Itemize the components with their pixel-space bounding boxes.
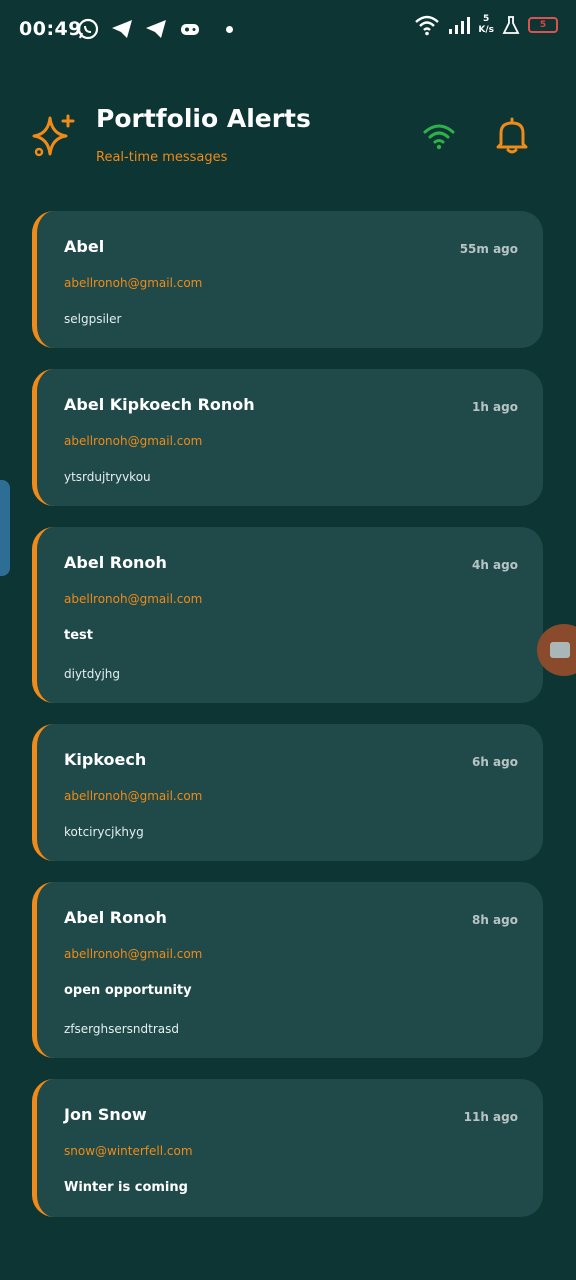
- alert-subject: test: [64, 628, 93, 643]
- alert-email: abellronoh@gmail.com: [64, 434, 203, 448]
- alert-message: diytdyjhg: [64, 667, 121, 681]
- alert-card[interactable]: Abel 55m ago abellronoh@gmail.com selgps…: [32, 211, 543, 348]
- alert-card[interactable]: Abel Ronoh 8h ago abellronoh@gmail.com o…: [32, 882, 543, 1058]
- alert-message: ytsrdujtryvkou: [64, 470, 151, 484]
- network-speed-unit: K/s: [478, 25, 494, 35]
- gamepad-icon: [181, 24, 199, 35]
- alert-sender-name: Abel: [64, 237, 105, 256]
- alerts-list: Abel 55m ago abellronoh@gmail.com selgps…: [32, 211, 543, 1238]
- system-icons: 5 K/s 5: [414, 14, 558, 36]
- alert-time: 8h ago: [471, 913, 518, 927]
- page-title: Portfolio Alerts: [96, 104, 311, 133]
- edge-panel-handle[interactable]: [0, 480, 10, 576]
- alert-email: abellronoh@gmail.com: [64, 789, 203, 803]
- alert-email: snow@winterfell.com: [64, 1144, 193, 1158]
- network-speed-value: 5: [483, 14, 490, 24]
- alert-message: selgpsiler: [64, 312, 122, 326]
- notification-icons: [76, 17, 233, 41]
- connection-wifi-icon[interactable]: [423, 122, 455, 150]
- page-subtitle: Real-time messages: [96, 150, 228, 165]
- alert-email: abellronoh@gmail.com: [64, 592, 203, 606]
- alert-subject: open opportunity: [64, 983, 192, 998]
- network-speed: 5 K/s: [478, 14, 494, 36]
- alert-time: 4h ago: [471, 558, 518, 572]
- sparkle-icon: [32, 114, 75, 157]
- alert-message: zfserghsersndtrasd: [64, 1022, 180, 1036]
- signal-icon: [449, 17, 471, 34]
- alert-card[interactable]: Jon Snow 11h ago snow@winterfell.com Win…: [32, 1079, 543, 1217]
- alert-sender-name: Abel Ronoh: [64, 553, 167, 572]
- alert-time: 6h ago: [471, 755, 518, 769]
- telegram-icon: [112, 20, 132, 38]
- alert-sender-name: Kipkoech: [64, 750, 147, 769]
- more-notifications-dot: [226, 25, 233, 33]
- alert-card[interactable]: Abel Ronoh 4h ago abellronoh@gmail.com t…: [32, 527, 543, 703]
- alert-time: 55m ago: [459, 242, 518, 256]
- alert-card[interactable]: Abel Kipkoech Ronoh 1h ago abellronoh@gm…: [32, 369, 543, 506]
- whatsapp-icon: [77, 18, 99, 40]
- flask-icon: [502, 16, 520, 34]
- wifi-status-icon: [415, 15, 440, 36]
- app-header: Portfolio Alerts Real-time messages: [0, 100, 576, 180]
- alert-sender-name: Abel Ronoh: [64, 908, 167, 927]
- alert-email: abellronoh@gmail.com: [64, 947, 203, 961]
- alert-time: 11h ago: [463, 1110, 518, 1124]
- alert-subject: Winter is coming: [64, 1180, 188, 1195]
- alert-sender-name: Jon Snow: [64, 1105, 147, 1124]
- alert-sender-name: Abel Kipkoech Ronoh: [64, 395, 255, 414]
- battery-level: 5: [539, 20, 547, 30]
- status-time: 00:49: [19, 18, 82, 40]
- bell-icon[interactable]: [495, 116, 529, 154]
- alert-email: abellronoh@gmail.com: [64, 276, 203, 290]
- alert-message: kotcirycjkhyg: [64, 825, 144, 839]
- alert-card[interactable]: Kipkoech 6h ago abellronoh@gmail.com kot…: [32, 724, 543, 861]
- video-icon: [550, 642, 570, 658]
- battery-icon: 5: [528, 17, 558, 33]
- status-bar: 00:49 5 K/s 5: [0, 0, 576, 60]
- telegram-icon: [146, 20, 166, 38]
- alert-time: 1h ago: [471, 400, 518, 414]
